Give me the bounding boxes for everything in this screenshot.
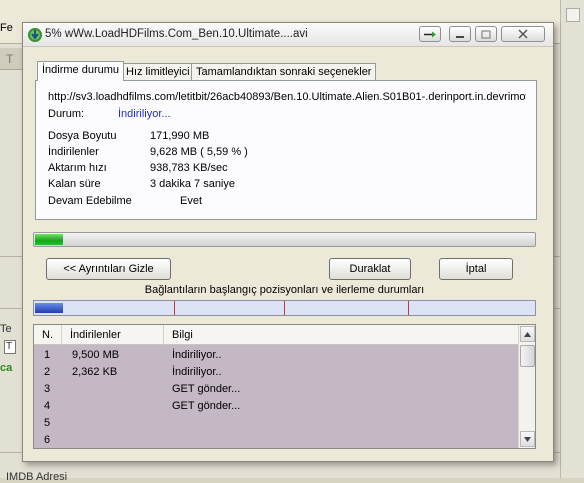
row-info: GET gönder...: [172, 383, 241, 395]
list-row[interactable]: 4 GET gönder...: [34, 398, 519, 415]
cancel-button[interactable]: İptal: [439, 258, 513, 280]
list-header: N. İndirilenler Bilgi: [34, 325, 519, 345]
column-header-number[interactable]: N.: [34, 325, 62, 345]
connection-segments-fill: [35, 303, 63, 313]
file-size-value: 171,990 MB: [150, 130, 210, 142]
connections-title: Bağlantıların başlangıç pozisyonları ve …: [144, 284, 425, 296]
maximize-icon: [481, 29, 491, 39]
background-imdb-label: IMDB Adresi: [6, 471, 68, 483]
scroll-up-icon: [524, 331, 531, 337]
background-label: Te: [0, 323, 12, 335]
segment-marker: [284, 301, 285, 315]
row-number: 2: [44, 366, 51, 378]
list-row[interactable]: 1 9,500 MB İndiriliyor..: [34, 347, 519, 364]
download-status-panel: http://sv3.loadhdfilms.com/letitbit/26ac…: [35, 80, 537, 220]
download-progress-bar: [33, 232, 536, 247]
background-button[interactable]: [566, 8, 580, 22]
transfer-rate-value: 938,783 KB/sec: [150, 162, 228, 174]
window-title: 5% wWw.LoadHDFilms.Com_Ben.10.Ultimate..…: [45, 28, 308, 40]
row-number: 3: [44, 383, 51, 395]
download-dialog: 5% wWw.LoadHDFilms.Com_Ben.10.Ultimate..…: [22, 22, 554, 462]
background-tab-strip: T: [0, 48, 22, 70]
maximize-button[interactable]: [475, 26, 497, 42]
transfer-rate-label: Aktarım hızı: [48, 162, 107, 174]
arrow-button[interactable]: [419, 26, 441, 42]
row-info: GET gönder...: [172, 400, 241, 412]
row-info: İndiriliyor..: [172, 366, 222, 378]
arrow-icon: [424, 31, 436, 37]
background-green-text: ca: [0, 362, 13, 374]
background-tab-char: T: [6, 52, 14, 66]
file-size-label: Dosya Boyutu: [48, 130, 117, 142]
scroll-down-icon: [524, 436, 531, 442]
row-info: İndiriliyor..: [172, 349, 222, 361]
tab-completion-options[interactable]: Tamamlandıktan sonraki seçenekler: [191, 63, 377, 80]
column-header-downloaded[interactable]: İndirilenler: [62, 325, 164, 345]
time-remaining-label: Kalan süre: [48, 178, 101, 190]
list-row[interactable]: 5: [34, 415, 519, 432]
title-bar[interactable]: 5% wWw.LoadHDFilms.Com_Ben.10.Ultimate..…: [23, 23, 553, 47]
row-number: 6: [44, 434, 51, 446]
download-url: http://sv3.loadhdfilms.com/letitbit/26ac…: [48, 91, 526, 103]
connections-list: N. İndirilenler Bilgi 1 9,500 MB İndiriliy…: [33, 324, 536, 449]
list-scrollbar[interactable]: [518, 325, 535, 448]
pause-button[interactable]: Duraklat: [329, 258, 411, 280]
close-button[interactable]: [501, 26, 545, 42]
row-downloaded: 2,362 KB: [72, 366, 118, 378]
minimize-icon: [456, 35, 464, 38]
row-number: 4: [44, 400, 51, 412]
scroll-up-button[interactable]: [520, 326, 535, 342]
scroll-down-button[interactable]: [520, 431, 535, 447]
list-row[interactable]: 2 2,362 KB İndiriliyor..: [34, 364, 519, 381]
close-icon: [518, 29, 528, 39]
tab-download-status[interactable]: İndirme durumu: [37, 61, 125, 81]
downloaded-label: İndirilenler: [48, 146, 99, 158]
background-right-panel: [560, 0, 584, 478]
minimize-button[interactable]: [449, 26, 471, 42]
downloaded-value: 9,628 MB ( 5,59 % ): [150, 146, 248, 158]
hide-details-button[interactable]: << Ayrıntıları Gizle: [46, 258, 171, 280]
row-number: 5: [44, 417, 51, 429]
state-value: İndiriliyor...: [118, 108, 171, 120]
list-row[interactable]: 3 GET gönder...: [34, 381, 519, 398]
time-remaining-value: 3 dakika 7 saniye: [150, 178, 235, 190]
state-label: Durum:: [48, 108, 85, 120]
scroll-thumb[interactable]: [520, 345, 535, 367]
background-input-text: T: [6, 341, 13, 352]
download-progress-fill: [35, 234, 63, 245]
segment-marker: [408, 301, 409, 315]
row-downloaded: 9,500 MB: [72, 349, 120, 361]
list-row[interactable]: 6: [34, 432, 519, 448]
resume-capability-value: Evet: [180, 195, 203, 207]
segment-marker: [174, 301, 175, 315]
connection-segments-bar: [33, 300, 536, 316]
row-number: 1: [44, 349, 51, 361]
background-title: Fe: [0, 22, 13, 34]
tab-speed-limiter[interactable]: Hız limitleyici: [121, 63, 195, 80]
idm-download-icon: [28, 28, 42, 42]
resume-capability-label: Devam Edebilme: [48, 195, 132, 207]
column-header-info[interactable]: Bilgi: [164, 325, 519, 345]
